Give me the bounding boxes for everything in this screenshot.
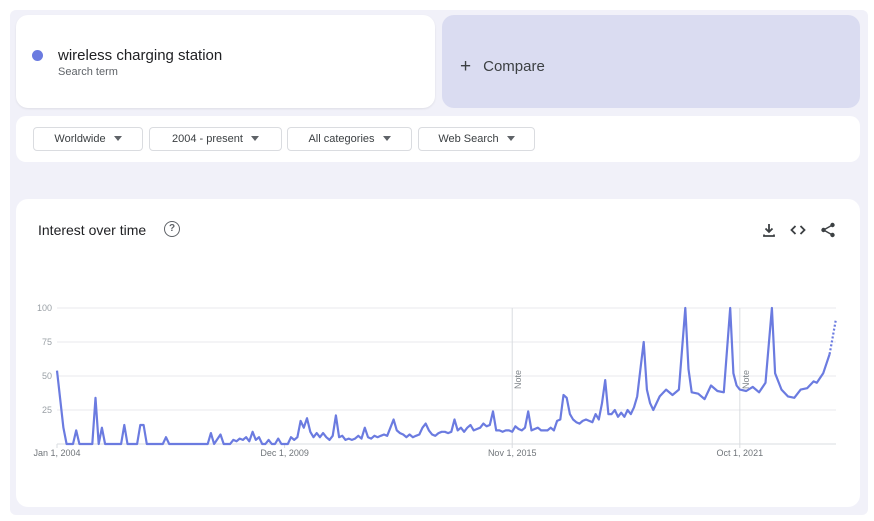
y-tick-label: 75 (42, 337, 52, 347)
chevron-down-icon (113, 135, 122, 141)
interest-chart: Note Note 100 75 50 25 Jan 1, 2004 Dec 1, 2009… (33, 303, 838, 458)
note-label: Note (513, 370, 523, 389)
x-tick-label: Jan 1, 2004 (33, 448, 80, 458)
region-filter[interactable]: Worldwide (33, 127, 143, 151)
category-filter[interactable]: All categories (287, 127, 412, 151)
x-tick-label: Dec 1, 2009 (260, 448, 309, 458)
time-range-filter-label: 2004 - present (172, 133, 243, 145)
x-tick-label: Oct 1, 2021 (717, 448, 764, 458)
y-tick-label: 25 (42, 405, 52, 415)
compare-button[interactable]: + Compare (442, 15, 860, 108)
search-type-filter-label: Web Search (438, 133, 499, 145)
search-type-filter[interactable]: Web Search (418, 127, 535, 151)
category-filter-label: All categories (308, 133, 375, 145)
search-term-subtitle: Search term (58, 66, 118, 78)
chevron-down-icon (382, 135, 391, 141)
region-filter-label: Worldwide (54, 133, 106, 145)
chart-grid (56, 307, 836, 448)
chevron-down-icon (250, 135, 259, 141)
series-line-partial (828, 318, 838, 355)
x-tick-label: Nov 1, 2015 (488, 448, 537, 458)
series-color-dot (32, 50, 43, 61)
compare-label: Compare (483, 58, 545, 75)
filter-bar: Worldwide 2004 - present All categories … (16, 116, 860, 162)
time-range-filter[interactable]: 2004 - present (149, 127, 282, 151)
chevron-down-icon (506, 135, 515, 141)
y-tick-label: 100 (37, 303, 52, 313)
search-term-card[interactable]: wireless charging station Search term (16, 15, 435, 108)
plus-icon: + (460, 56, 472, 77)
y-tick-label: 50 (42, 371, 52, 381)
compare-content: + Compare (460, 55, 545, 77)
note-label: Note (741, 370, 751, 389)
chart-labels: 100 75 50 25 Jan 1, 2004 Dec 1, 2009 Nov 1, 20… (33, 303, 763, 458)
search-term-name[interactable]: wireless charging station (58, 47, 222, 64)
